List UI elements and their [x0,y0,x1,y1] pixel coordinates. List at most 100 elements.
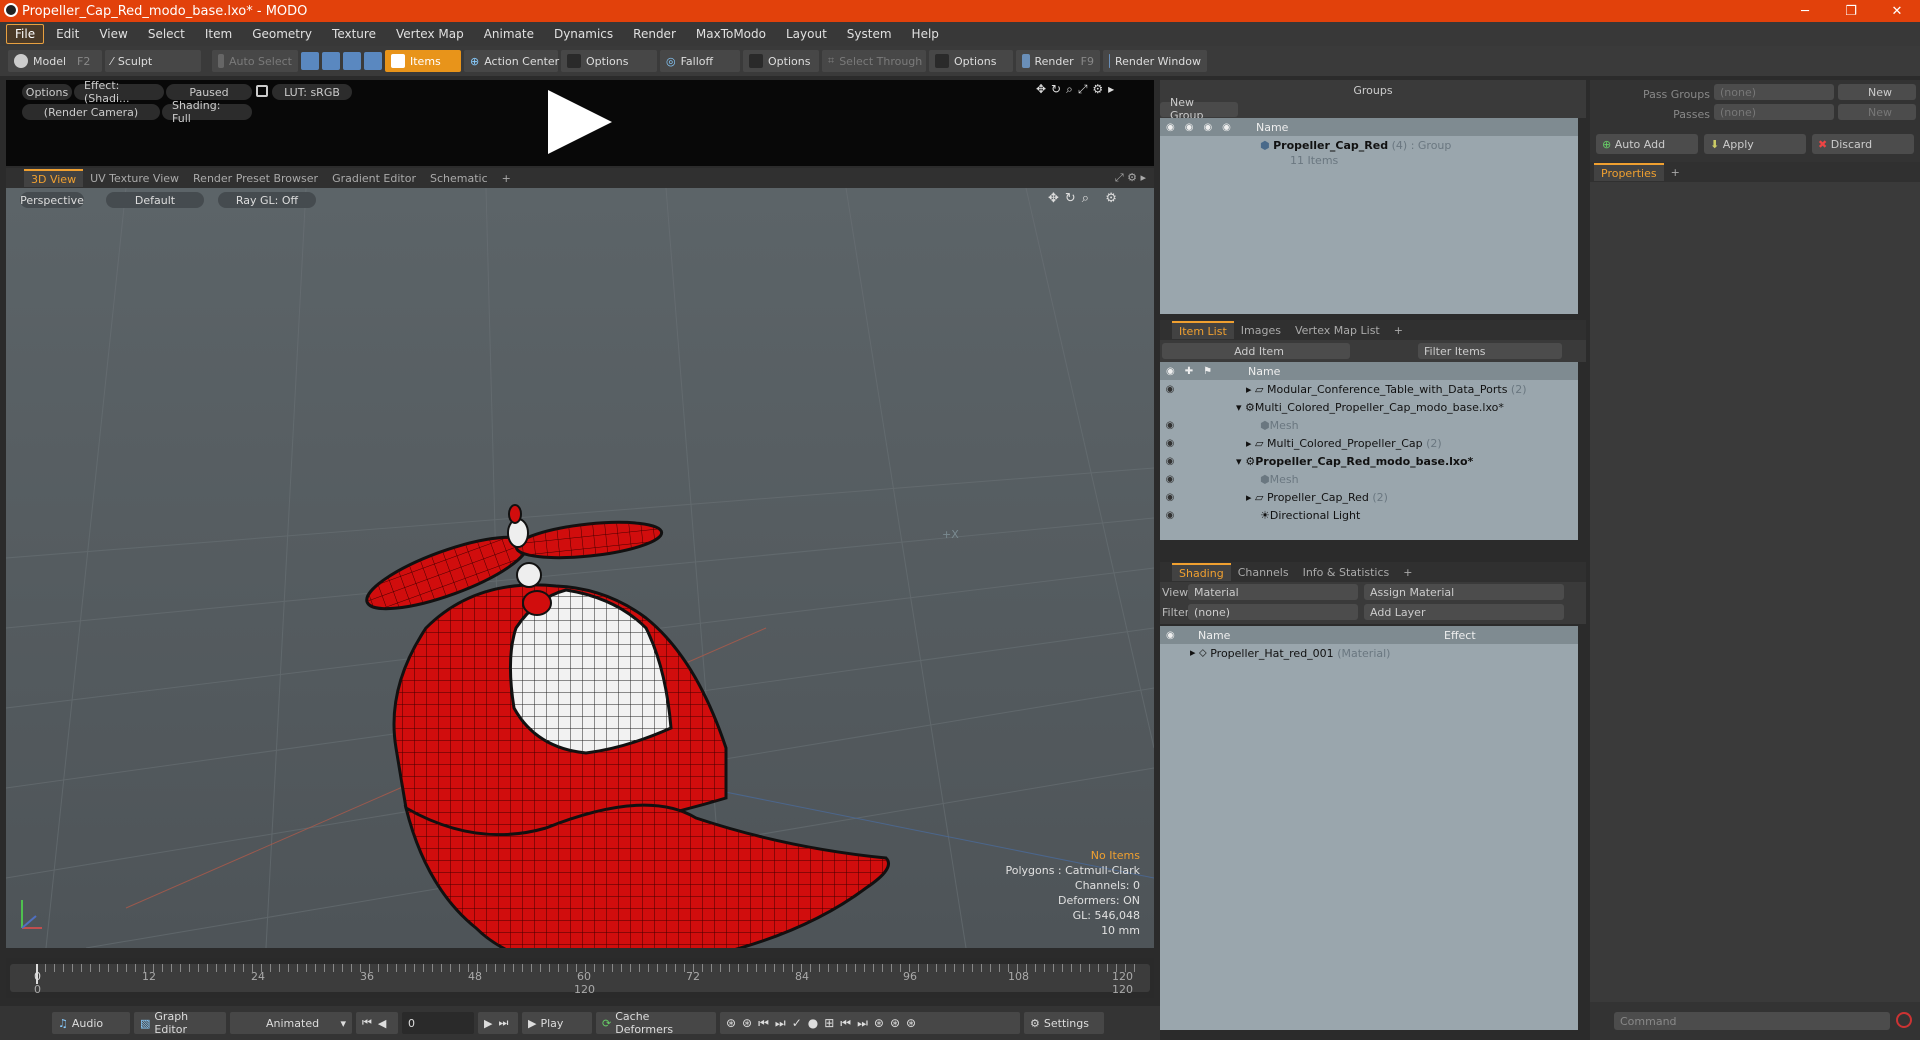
cache-deformers-button[interactable]: ⟳ Cache Deformers [596,1010,716,1036]
graph-editor-button[interactable]: ▧ Graph Editor [134,1010,226,1036]
list-item[interactable]: ◉ ▸ ▱ Modular_Conference_Table_with_Data_… [1160,380,1578,398]
effect-dropdown[interactable]: Effect: (Shadi... [74,79,164,105]
auto-select-button[interactable]: Auto Select [212,50,298,72]
apply-button[interactable]: ⬇ Apply [1704,134,1806,154]
play-button[interactable]: ▶ Play [522,1012,592,1034]
menu-item[interactable]: Item [197,25,240,43]
render-button[interactable]: Render F9 [1016,50,1100,72]
key-tools[interactable]: ⊛⊛⏮⏭✓●⊞⏮⏭⊛⊛⊛ [720,1012,1020,1034]
list-item[interactable]: ◉ ⬢ Mesh [1160,416,1578,434]
perspective-dropdown[interactable]: Perspective [20,192,84,208]
tab-shading[interactable]: Shading [1172,563,1231,581]
skip-forward-buttons[interactable]: ▶ ⏭ [478,1012,518,1034]
list-item[interactable]: ◉ ☀ Directional Light [1160,506,1578,524]
add-properties-tab[interactable]: + [1664,163,1687,181]
lut-dropdown[interactable]: LUT: sRGB [272,84,352,100]
menu-help[interactable]: Help [904,25,947,43]
tab-render-preset-browser[interactable]: Render Preset Browser [186,169,325,187]
panel-expand-icon[interactable]: ⤢ ⚙ ▸ [1115,171,1146,185]
viewport-nav-icons[interactable]: ✥↻⌕ ⚙ [1048,191,1123,206]
new-pass-group-button[interactable]: New [1838,84,1916,100]
passes-dropdown[interactable]: (none) [1714,104,1834,120]
menu-select[interactable]: Select [140,25,193,43]
list-item[interactable]: ◉ ▸ ▱ Multi_Colored_Propeller_Cap (2) [1160,434,1578,452]
tab-3d-view[interactable]: 3D View [24,169,84,187]
tab-channels[interactable]: Channels [1231,563,1296,581]
list-item[interactable]: ◉ ▾ ⚙ Propeller_Cap_Red_modo_base.lxo* [1160,452,1578,470]
auto-add-button[interactable]: ⊕ Auto Add [1596,134,1698,154]
options-button-3[interactable]: Options [929,50,1013,72]
menu-geometry[interactable]: Geometry [244,25,320,43]
render-window-button[interactable]: Render Window [1103,50,1207,72]
polygons-mode-icon[interactable] [343,52,361,70]
range-start[interactable]: 0 [34,983,41,996]
maximize-button[interactable]: ❐ [1828,0,1874,22]
menu-layout[interactable]: Layout [778,25,835,43]
menu-vertex-map[interactable]: Vertex Map [388,25,472,43]
timeline[interactable]: 0 12 24 36 48 60 72 84 96 108 120 0 120 … [6,958,1154,998]
camera-dropdown[interactable]: (Render Camera) [22,104,160,120]
select-through-button[interactable]: ⌗ Select Through [822,50,926,72]
audio-button[interactable]: ♫ Audio [52,1012,130,1034]
menu-edit[interactable]: Edit [48,25,87,43]
menu-render[interactable]: Render [625,25,684,43]
material-row[interactable]: ▸ ⬦ Propeller_Hat_red_001 (Material) [1160,644,1578,662]
items-mode-button[interactable]: Items [385,50,461,72]
group-row[interactable]: ⬢ Propeller_Cap_Red (4) : Group [1160,136,1578,154]
add-layer-dropdown[interactable]: Add Layer [1364,604,1564,620]
pass-groups-dropdown[interactable]: (none) [1714,84,1834,100]
skip-back-buttons[interactable]: ⏮ ◀ [356,1012,398,1034]
paused-button[interactable]: Paused [166,84,252,100]
add-shading-tab[interactable]: + [1396,563,1419,581]
menu-animate[interactable]: Animate [476,25,542,43]
list-item[interactable]: ◉ ▸ ▱ Propeller_Cap_Red (2) [1160,488,1578,506]
new-group-button[interactable]: New Group [1160,96,1238,122]
preview-options-button[interactable]: Options [22,84,72,100]
record-icon[interactable] [1896,1012,1912,1028]
3d-viewport[interactable]: +X Perspective Default Ray GL: Off ✥↻⌕ ⚙… [6,188,1154,948]
falloff-button[interactable]: ◎ Falloff [660,50,740,72]
tab-item-list[interactable]: Item List [1172,321,1234,339]
filter-dropdown[interactable]: (none) [1188,604,1358,620]
play-icon[interactable] [548,90,612,154]
shading-dropdown[interactable]: Shading: Full [162,99,252,125]
preview-nav-icons[interactable]: ✥↻⌕⤢⚙▸ [1036,82,1119,97]
command-input[interactable]: Command [1614,1012,1890,1030]
close-button[interactable]: ✕ [1874,0,1920,22]
frame-input[interactable]: 0 [402,1012,474,1034]
menu-texture[interactable]: Texture [324,25,384,43]
add-itemlist-tab[interactable]: + [1387,321,1410,339]
materials-mode-icon[interactable] [364,52,382,70]
tab-gradient-editor[interactable]: Gradient Editor [325,169,423,187]
edges-mode-icon[interactable] [322,52,340,70]
new-pass-button[interactable]: New [1838,104,1916,120]
menu-system[interactable]: System [839,25,900,43]
minimize-button[interactable]: ─ [1782,0,1828,22]
lock-icon[interactable] [256,85,268,97]
action-center-button[interactable]: ⊕ Action Center [464,50,559,72]
menu-dynamics[interactable]: Dynamics [546,25,621,43]
tab-uv-texture-view[interactable]: UV Texture View [83,169,186,187]
list-item[interactable]: ▾ ⚙ Multi_Colored_Propeller_Cap_modo_base… [1160,398,1578,416]
list-item[interactable]: ◉ ⬢ Mesh [1160,470,1578,488]
options-button-2[interactable]: Options [743,50,819,72]
range-end[interactable]: 120 [1112,983,1133,996]
view-dropdown[interactable]: Material [1188,584,1358,600]
tab-properties[interactable]: Properties [1594,163,1664,181]
menu-view[interactable]: View [91,25,135,43]
tab-images[interactable]: Images [1234,321,1288,339]
settings-button[interactable]: ⚙ Settings [1024,1012,1104,1034]
sculpt-button[interactable]: ⁄ Sculpt [105,50,201,72]
vertices-mode-icon[interactable] [301,52,319,70]
tab-vertex-map-list[interactable]: Vertex Map List [1288,321,1387,339]
options-button-1[interactable]: Options [561,50,657,72]
default-dropdown[interactable]: Default [106,192,204,208]
model-button[interactable]: Model F2 [8,50,102,72]
assign-material-button[interactable]: Assign Material [1364,584,1564,600]
tab-info-statistics[interactable]: Info & Statistics [1296,563,1397,581]
raygl-dropdown[interactable]: Ray GL: Off [218,192,316,208]
filter-items-input[interactable]: Filter Items [1418,343,1562,359]
menu-maxtomodo[interactable]: MaxToModo [688,25,774,43]
tab-schematic[interactable]: Schematic [423,169,495,187]
add-item-dropdown[interactable]: Add Item [1162,343,1350,359]
